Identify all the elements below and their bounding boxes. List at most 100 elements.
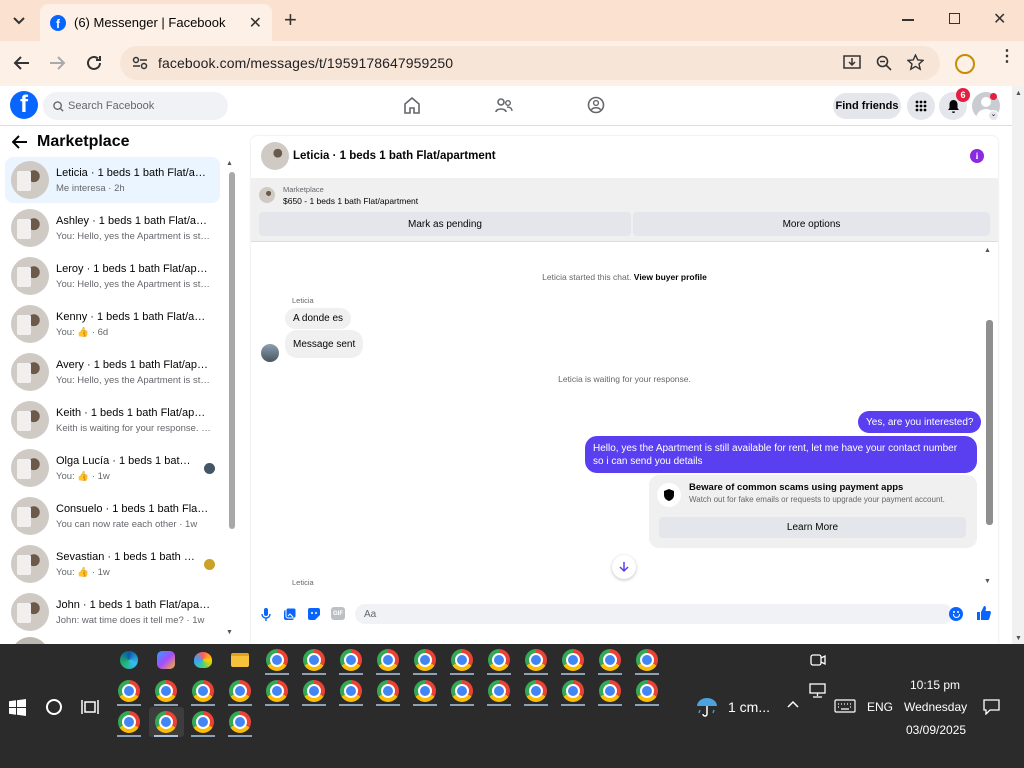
outgoing-message-long[interactable]: Hello, yes the Apartment is still availa… [585, 436, 977, 473]
incoming-message[interactable]: Message sent [285, 330, 364, 358]
chrome-icon[interactable] [340, 649, 362, 671]
chrome-icon[interactable] [451, 680, 473, 702]
bookmark-star-icon[interactable] [907, 54, 924, 71]
chrome-icon[interactable] [340, 680, 362, 702]
site-info-icon[interactable] [132, 56, 148, 70]
like-thumbs-up-icon[interactable] [976, 605, 991, 621]
chrome-icon[interactable] [488, 680, 510, 702]
groups-nav-icon[interactable] [587, 96, 605, 114]
chrome-icon[interactable] [229, 711, 251, 733]
tray-chevron-up-icon[interactable] [787, 700, 799, 708]
clock-date[interactable]: 03/09/2025 [906, 723, 966, 737]
minimize-icon[interactable] [902, 19, 914, 21]
search-circle-icon[interactable] [46, 699, 62, 715]
zoom-icon[interactable] [876, 55, 892, 71]
back-arrow-icon[interactable] [12, 135, 28, 149]
chrome-icon-active[interactable] [155, 711, 177, 733]
chrome-icon[interactable] [118, 711, 140, 733]
chrome-icon[interactable] [192, 680, 214, 702]
network-icon[interactable] [809, 683, 826, 698]
edge-icon[interactable] [118, 649, 140, 671]
incoming-message[interactable]: A donde es [285, 308, 352, 329]
chrome-icon[interactable] [599, 649, 621, 671]
tab-search-chevron-icon[interactable] [8, 10, 30, 32]
listing-title[interactable]: $650 - 1 beds 1 bath Flat/apartment [283, 196, 418, 206]
conversation-item[interactable]: John · 1 beds 1 bath Flat/apart... John: … [5, 589, 220, 635]
chrome-icon[interactable] [562, 680, 584, 702]
new-tab-icon[interactable]: + [284, 9, 297, 31]
conversation-item[interactable]: Consuelo · 1 beds 1 bath Flat/a... You ca… [5, 493, 220, 539]
clock-day[interactable]: Wednesday [904, 700, 967, 714]
sticker-icon[interactable] [307, 607, 321, 621]
chrome-icon[interactable] [303, 649, 325, 671]
message-input[interactable]: Aa [355, 604, 953, 624]
profile-icon[interactable] [955, 54, 975, 74]
account-chevron-icon[interactable]: ⌄ [988, 110, 999, 121]
language-indicator[interactable]: ENG [867, 700, 893, 714]
chrome-icon[interactable] [377, 649, 399, 671]
conversation-item[interactable]: Ashley · 1 beds 1 bath Flat/apar... You: … [5, 205, 220, 251]
notification-center-icon[interactable] [983, 699, 1000, 715]
conversation-item[interactable]: Leroy · 1 beds 1 bath Flat/apart... You: … [5, 253, 220, 299]
chrome-icon[interactable] [451, 649, 473, 671]
paint-icon[interactable] [192, 649, 214, 671]
back-icon[interactable] [12, 55, 30, 71]
sidebar-scroll-up[interactable]: ▲ [226, 160, 233, 167]
install-app-icon[interactable] [843, 55, 861, 71]
chrome-icon[interactable] [303, 680, 325, 702]
browser-menu-icon[interactable]: ⋮ [999, 49, 1015, 65]
chrome-icon[interactable] [525, 649, 547, 671]
microphone-icon[interactable] [261, 608, 271, 622]
conversation-item[interactable]: Avery · 1 beds 1 bath Flat/apart... You: … [5, 349, 220, 395]
chrome-icon[interactable] [155, 680, 177, 702]
home-nav-icon[interactable] [403, 97, 421, 114]
scroll-to-bottom-icon[interactable] [612, 555, 636, 579]
gif-icon[interactable]: GIF [331, 607, 345, 620]
chrome-icon[interactable] [599, 680, 621, 702]
chrome-icon[interactable] [377, 680, 399, 702]
emoji-icon[interactable] [949, 607, 963, 621]
chrome-icon[interactable] [192, 711, 214, 733]
facebook-search-input[interactable]: Search Facebook [43, 92, 228, 120]
chrome-icon[interactable] [118, 680, 140, 702]
photo-icon[interactable] [283, 607, 297, 621]
learn-more-button[interactable]: Learn More [659, 517, 966, 538]
conversation-item-partial[interactable] [5, 637, 220, 644]
chrome-icon[interactable] [488, 649, 510, 671]
copilot-icon[interactable] [155, 649, 177, 671]
chrome-icon[interactable] [525, 680, 547, 702]
chrome-icon[interactable] [266, 649, 288, 671]
conversation-item[interactable]: Leticia · 1 beds 1 bath Flat/apar... Me i… [5, 157, 220, 203]
address-bar[interactable]: facebook.com/messages/t/1959178647959250 [120, 46, 940, 80]
conversation-info-icon[interactable]: i [970, 149, 984, 163]
restore-icon[interactable] [949, 13, 960, 24]
page-scrollbar[interactable]: ▲ ▼ [1012, 86, 1024, 644]
windows-start-icon[interactable] [9, 699, 26, 716]
chrome-icon[interactable] [414, 649, 436, 671]
clock-time[interactable]: 10:15 pm [910, 678, 960, 692]
sidebar-scroll-down[interactable]: ▼ [226, 629, 233, 636]
chrome-icon[interactable] [562, 649, 584, 671]
window-close-icon[interactable]: ✕ [993, 9, 1006, 29]
conversation-item[interactable]: Sevastian · 1 beds 1 bath Flat... You: 👍 … [5, 541, 220, 587]
chat-scrollbar-thumb[interactable] [986, 320, 993, 525]
task-view-icon[interactable] [81, 699, 99, 715]
browser-tab[interactable]: f (6) Messenger | Facebook ✕ [40, 4, 272, 41]
chrome-icon[interactable] [266, 680, 288, 702]
sender-avatar[interactable] [261, 344, 279, 362]
reload-icon[interactable] [85, 54, 103, 72]
weather-text[interactable]: 1 cm... [728, 699, 770, 715]
file-explorer-icon[interactable] [229, 649, 251, 671]
tab-close-icon[interactable]: ✕ [249, 13, 262, 33]
chrome-icon[interactable] [229, 680, 251, 702]
weather-umbrella-icon[interactable] [695, 696, 719, 718]
find-friends-button[interactable]: Find friends [833, 93, 901, 119]
chat-listing-avatar[interactable] [261, 142, 289, 170]
friends-nav-icon[interactable] [495, 97, 513, 114]
chrome-icon[interactable] [636, 680, 658, 702]
outgoing-message[interactable]: Yes, are you interested? [858, 411, 982, 433]
conversation-item[interactable]: Kenny · 1 beds 1 bath Flat/apart... You: … [5, 301, 220, 347]
conversation-item[interactable]: Olga Lucía · 1 beds 1 bath Fla... You: 👍 … [5, 445, 220, 491]
facebook-logo-icon[interactable]: f [10, 91, 38, 119]
mark-pending-button[interactable]: Mark as pending [259, 212, 631, 236]
